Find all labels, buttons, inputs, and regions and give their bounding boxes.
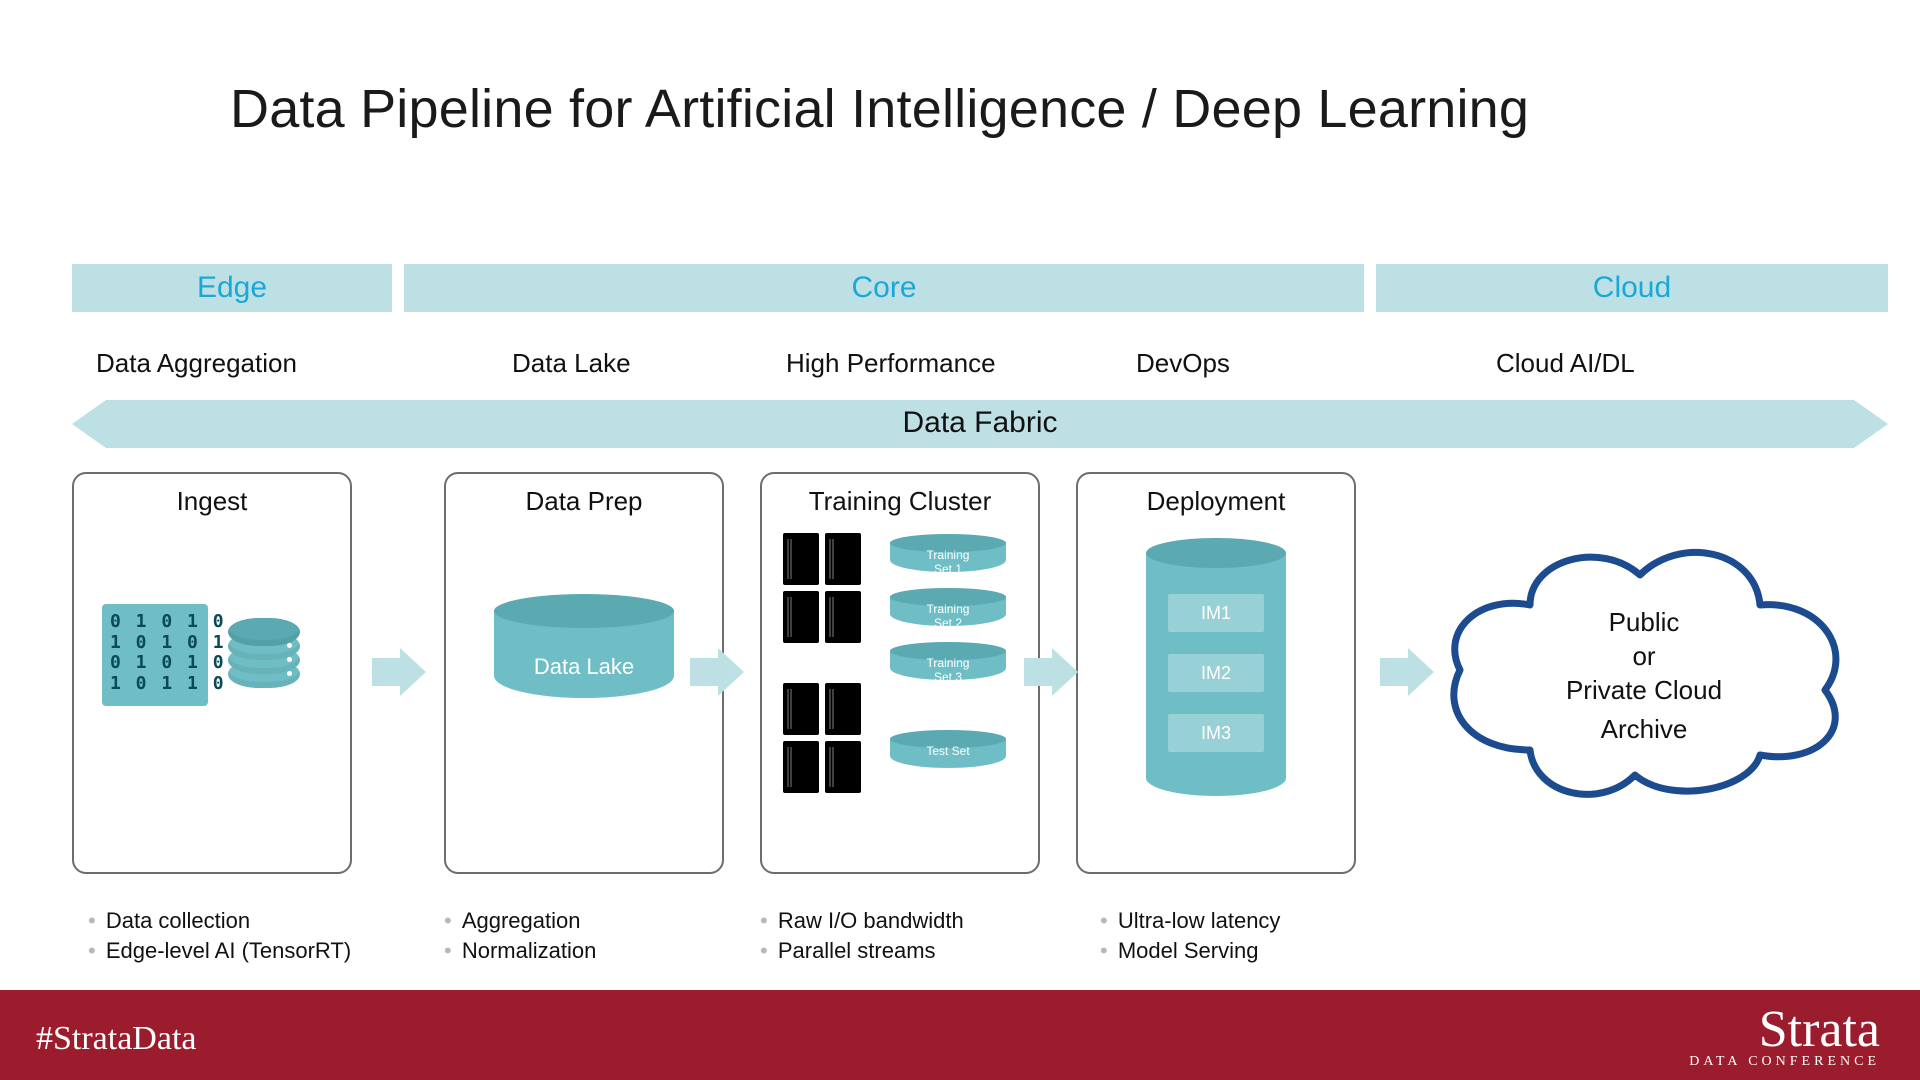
sublabel-data-lake: Data Lake: [512, 348, 631, 379]
slide-title: Data Pipeline for Artificial Intelligenc…: [230, 78, 1529, 140]
training-set-label: Training Set 3: [890, 656, 1006, 684]
sublabel-cloud-ai-dl: Cloud AI/DL: [1496, 348, 1635, 379]
box-title-train: Training Cluster: [762, 486, 1038, 517]
ingest-graphic: 0 1 0 1 0 1 0 1 0 1 0 1 0 1 0 1 0 1 1 0: [102, 604, 300, 706]
im-label: IM1: [1168, 594, 1264, 632]
bullet: Normalization: [444, 936, 714, 966]
flow-arrow-icon: [372, 648, 428, 696]
test-set-label: Test Set: [890, 744, 1006, 758]
deployment-cylinder-icon: IM1 IM2 IM3: [1146, 538, 1286, 808]
flow-arrow-icon: [1024, 648, 1080, 696]
flow-arrow-icon: [1380, 648, 1436, 696]
bullet: Model Serving: [1100, 936, 1370, 966]
bullets-ingest: Data collection Edge-level AI (TensorRT): [88, 906, 358, 965]
box-ingest: Ingest 0 1 0 1 0 1 0 1 0 1 0 1 0 1 0 1 0…: [72, 472, 352, 874]
binary-icon: 0 1 0 1 0 1 0 1 0 1 0 1 0 1 0 1 0 1 1 0: [102, 604, 208, 706]
brand-subtitle: DATA CONFERENCE: [1689, 1054, 1880, 1070]
server-rack-icon: [780, 680, 864, 796]
footer-bar: #StrataData Strata DATA CONFERENCE: [0, 990, 1920, 1080]
data-lake-label: Data Lake: [494, 654, 674, 680]
disk-stack-icon: [228, 620, 300, 690]
box-training-cluster: Training Cluster Training Set 1 Training…: [760, 472, 1040, 874]
im-label: IM3: [1168, 714, 1264, 752]
box-title-ingest: Ingest: [74, 486, 350, 517]
bullet: Edge-level AI (TensorRT): [88, 936, 358, 966]
box-title-deploy: Deployment: [1078, 486, 1354, 517]
training-set-label: Training Set 1: [890, 548, 1006, 576]
box-data-prep: Data Prep Data Lake: [444, 472, 724, 874]
cloud-icon: Public or Private Cloud Archive: [1420, 520, 1868, 810]
bullets-prep: Aggregation Normalization: [444, 906, 714, 965]
data-fabric-bar: Data Fabric: [72, 400, 1888, 448]
bullet: Aggregation: [444, 906, 714, 936]
training-set-cylinder-icon: Training Set 3: [890, 642, 1006, 684]
band-core: Core: [404, 264, 1364, 312]
cloud-line: Archive: [1420, 713, 1868, 747]
sublabel-data-aggregation: Data Aggregation: [96, 348, 297, 379]
brand-name: Strata: [1689, 1004, 1880, 1056]
cloud-line: Public: [1420, 606, 1868, 640]
training-set-cylinder-icon: Training Set 2: [890, 588, 1006, 630]
training-set-label: Training Set 2: [890, 602, 1006, 630]
im-label: IM2: [1168, 654, 1264, 692]
sublabel-high-performance: High Performance: [786, 348, 996, 379]
training-graphic: Training Set 1 Training Set 2 Training S…: [780, 530, 1020, 854]
hashtag: #StrataData: [36, 1020, 197, 1058]
bullet: Raw I/O bandwidth: [760, 906, 1030, 936]
slide: Data Pipeline for Artificial Intelligenc…: [0, 0, 1920, 1080]
cloud-line: or: [1420, 640, 1868, 674]
band-cloud: Cloud: [1376, 264, 1888, 312]
brand-logo: Strata DATA CONFERENCE: [1689, 1004, 1880, 1070]
box-title-prep: Data Prep: [446, 486, 722, 517]
flow-arrow-icon: [690, 648, 746, 696]
bullets-deploy: Ultra-low latency Model Serving: [1100, 906, 1370, 965]
test-set-cylinder-icon: Test Set: [890, 730, 1006, 772]
sublabel-devops: DevOps: [1136, 348, 1230, 379]
cloud-text: Public or Private Cloud Archive: [1420, 606, 1868, 747]
box-deployment: Deployment IM1 IM2 IM3: [1076, 472, 1356, 874]
training-set-cylinder-icon: Training Set 1: [890, 534, 1006, 576]
data-lake-cylinder-icon: Data Lake: [494, 594, 674, 714]
bullets-train: Raw I/O bandwidth Parallel streams: [760, 906, 1030, 965]
cloud-line: Private Cloud: [1420, 674, 1868, 708]
bullet: Ultra-low latency: [1100, 906, 1370, 936]
server-rack-icon: [780, 530, 864, 646]
bullet: Parallel streams: [760, 936, 1030, 966]
fabric-label: Data Fabric: [72, 406, 1888, 440]
bullet: Data collection: [88, 906, 358, 936]
band-edge: Edge: [72, 264, 392, 312]
